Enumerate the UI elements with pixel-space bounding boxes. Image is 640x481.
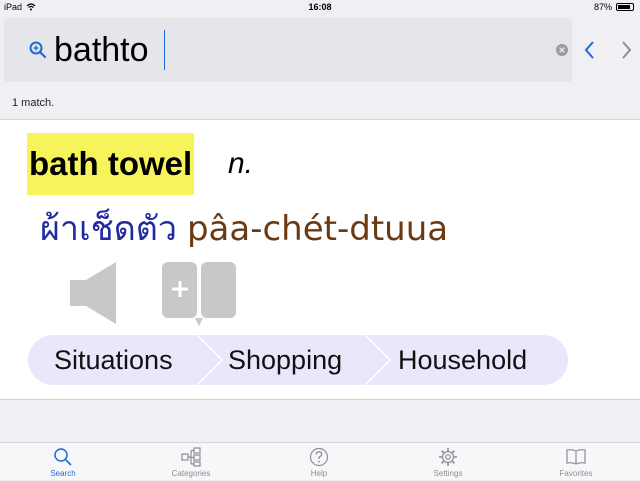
add-to-favorites-icon[interactable] [162, 262, 236, 326]
transliteration: pâa-chét-dtuua [186, 209, 449, 249]
battery-icon [616, 3, 634, 11]
book-icon [566, 449, 586, 465]
tab-categories[interactable]: Categories [151, 443, 231, 481]
search-icon [54, 448, 72, 466]
tab-label: Help [310, 469, 328, 478]
back-chevron-icon[interactable] [582, 38, 598, 62]
tab-label: Search [50, 469, 76, 478]
battery-fill [618, 5, 631, 9]
gear-icon [439, 448, 457, 466]
thai-word: ผ้าเช็ดตัว [40, 209, 177, 249]
tab-label: Favorites [559, 469, 593, 478]
forward-chevron-icon[interactable] [618, 38, 634, 62]
search-bar [4, 18, 572, 82]
translation-line: ผ้าเช็ดตัว pâa-chét-dtuua [40, 204, 448, 254]
text-caret [164, 30, 165, 70]
status-time: 16:08 [308, 2, 332, 12]
tab-bar: Search Categories Help Settings Favorite… [0, 442, 640, 480]
breadcrumb-shopping[interactable]: Shopping [228, 335, 342, 385]
tab-search[interactable]: Search [23, 443, 103, 481]
speaker-icon[interactable] [70, 262, 118, 324]
tab-label: Categories [171, 469, 211, 478]
dictionary-entry[interactable]: bath towel n. ผ้าเช็ดตัว pâa-chét-dtuua S… [0, 120, 640, 400]
headword: bath towel [27, 133, 195, 195]
battery-percent: 87% [593, 2, 612, 12]
search-icon [29, 41, 47, 59]
breadcrumb-situations[interactable]: Situations [54, 335, 173, 385]
match-bar: 1 match. [0, 88, 640, 120]
part-of-speech: n. [228, 147, 254, 180]
categories-icon [181, 447, 201, 467]
tab-settings[interactable]: Settings [408, 443, 488, 481]
help-icon [309, 447, 329, 467]
search-input[interactable] [54, 28, 554, 72]
status-right: 87% [594, 2, 634, 12]
tab-label: Settings [433, 469, 463, 478]
clear-icon[interactable] [556, 44, 568, 56]
breadcrumb-household[interactable]: Household [398, 335, 527, 385]
tab-favorites[interactable]: Favorites [536, 443, 616, 481]
match-count: 1 match. [12, 97, 55, 109]
tab-help[interactable]: Help [279, 443, 359, 481]
status-bar: iPad 16:08 87% [0, 0, 640, 14]
category-breadcrumb: Situations Shopping Household [28, 335, 568, 385]
